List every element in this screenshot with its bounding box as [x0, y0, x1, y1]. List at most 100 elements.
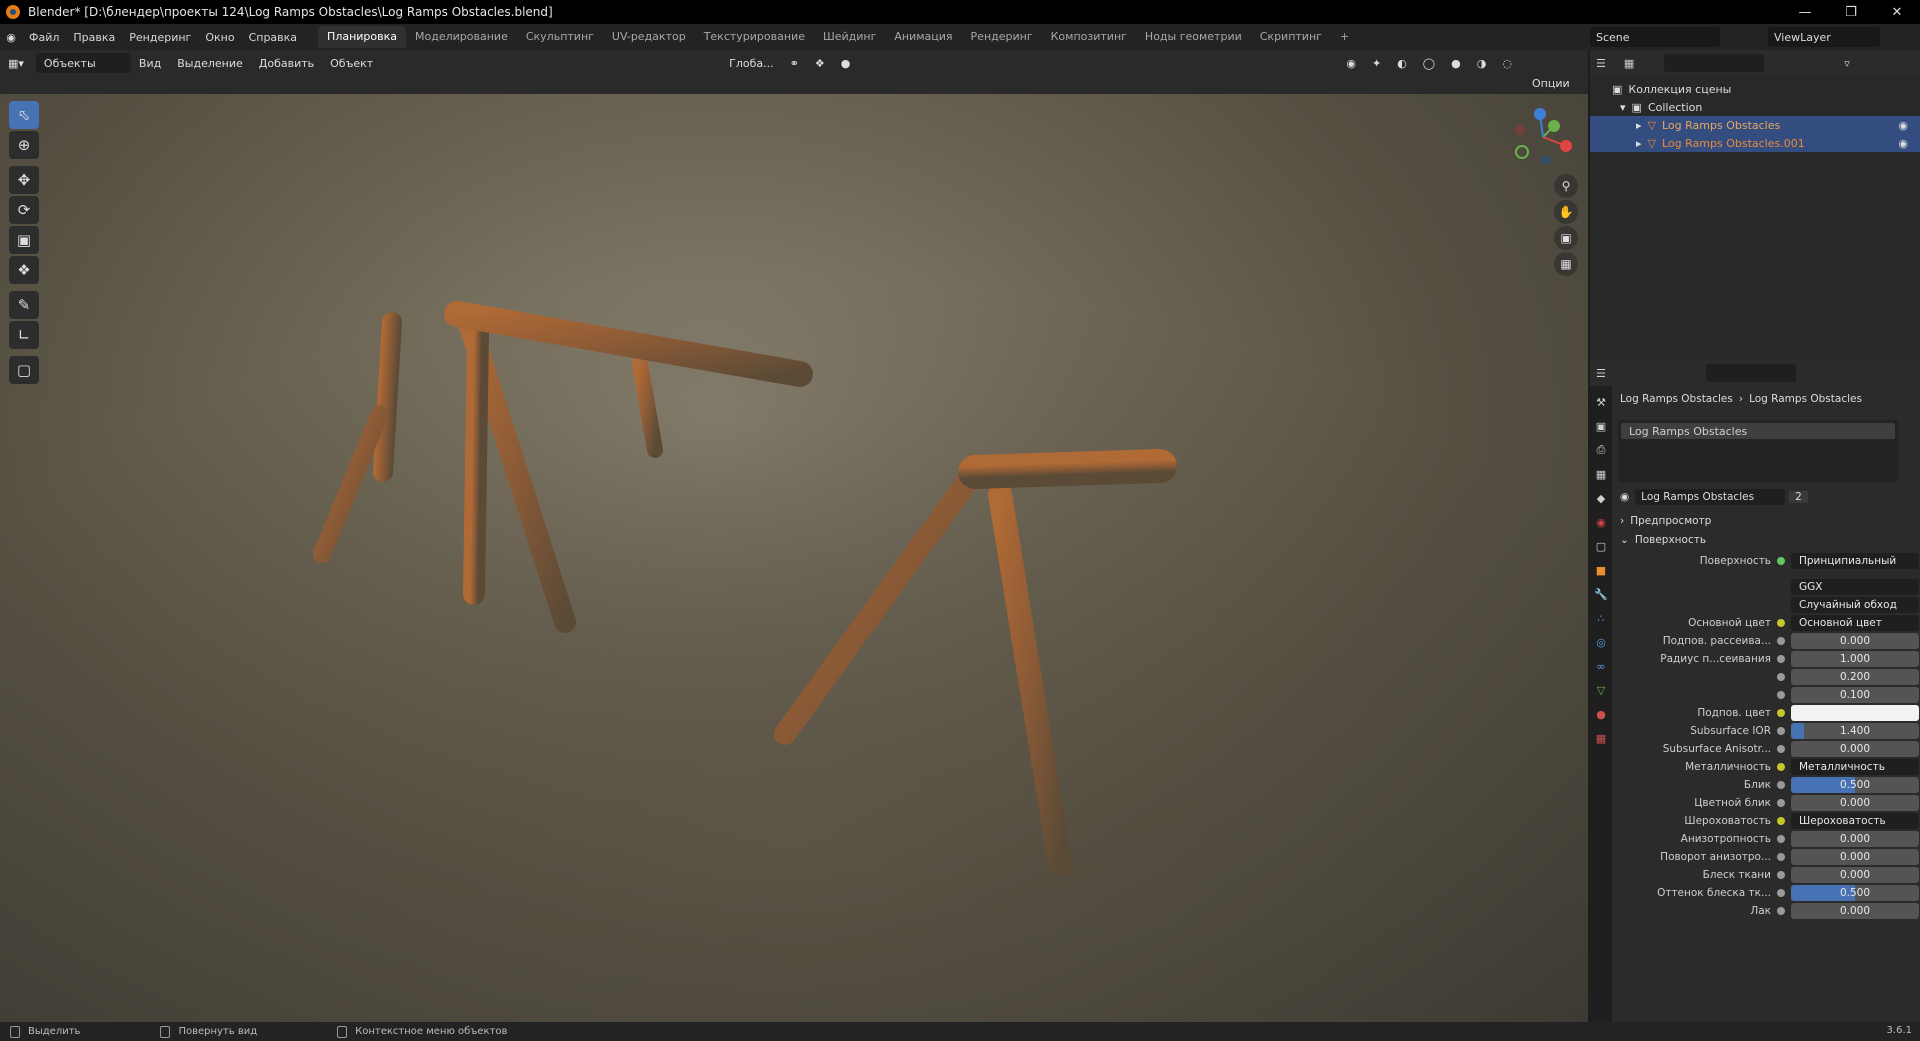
navigation-gizmo[interactable]	[1510, 104, 1576, 170]
grid-view-icon[interactable]: ▦	[1554, 252, 1578, 276]
collection-tab-icon[interactable]: ▢	[1592, 537, 1610, 555]
transform-orientation[interactable]: Глоба...	[721, 53, 781, 73]
distribution-dropdown[interactable]: GGX	[1791, 579, 1919, 595]
scale-tool-icon[interactable]: ▣	[9, 226, 39, 254]
shader-input-field[interactable]: 0.500	[1791, 777, 1919, 793]
subsurface-method-dropdown[interactable]: Случайный обход	[1791, 597, 1919, 613]
display-mode-icon[interactable]: ▦	[1624, 57, 1634, 70]
shader-input-field[interactable]: 0.000	[1791, 831, 1919, 847]
cursor-tool-icon[interactable]: ⊕	[9, 131, 39, 159]
expand-icon[interactable]: ▾	[1620, 101, 1626, 114]
tab-compositing[interactable]: Композитинг	[1042, 26, 1136, 48]
select-tool-icon[interactable]: ⬁	[9, 101, 39, 129]
minimize-icon[interactable]: —	[1782, 0, 1828, 24]
camera-icon[interactable]: ▣	[1554, 226, 1578, 250]
eye-icon[interactable]: ◉	[1898, 119, 1908, 132]
outliner-item[interactable]: ▸ ▽ Log Ramps Obstacles.001 ◉	[1590, 134, 1920, 152]
shader-input-field[interactable]: 0.000	[1791, 741, 1919, 757]
rotate-tool-icon[interactable]: ⟳	[9, 196, 39, 224]
tab-sculpting[interactable]: Скульптинг	[517, 26, 603, 48]
menu-add[interactable]: Добавить	[251, 53, 322, 73]
tab-uv-editing[interactable]: UV-редактор	[603, 26, 695, 48]
shader-input-field[interactable]: 1.400	[1791, 723, 1919, 739]
shading-rendered-icon[interactable]: ◌	[1494, 53, 1520, 73]
shading-solid-icon[interactable]: ●	[1443, 53, 1469, 73]
menu-select[interactable]: Выделение	[169, 53, 251, 73]
surface-shader-field[interactable]: Принципиальный BSDF	[1791, 553, 1919, 569]
material-name-field[interactable]: Log Ramps Obstacles	[1635, 489, 1786, 505]
menu-help[interactable]: Справка	[242, 31, 304, 44]
options-button[interactable]: Опции	[1524, 74, 1578, 92]
menu-edit[interactable]: Правка	[66, 31, 122, 44]
shader-input-field[interactable]: 1.000	[1791, 651, 1919, 667]
eye-icon[interactable]: ◉	[1898, 137, 1908, 150]
view-layer-tab-icon[interactable]: ▦	[1592, 465, 1610, 483]
move-tool-icon[interactable]: ✥	[9, 166, 39, 194]
expand-icon[interactable]: ▸	[1636, 119, 1642, 132]
snap-icon[interactable]: ❖	[807, 53, 833, 73]
texture-tab-icon[interactable]: ▦	[1592, 729, 1610, 747]
editor-type-icon[interactable]: ▦▾	[0, 53, 32, 73]
panel-preview[interactable]: › Предпросмотр	[1614, 512, 1920, 530]
modifier-tab-icon[interactable]: 🔧	[1592, 585, 1610, 603]
tool-tab-icon[interactable]: ⚒	[1592, 393, 1610, 411]
shader-input-field[interactable]: 0.100	[1791, 687, 1919, 703]
tab-layout[interactable]: Планировка	[318, 26, 407, 48]
outliner-collection[interactable]: ▾ ▣ Collection	[1590, 98, 1920, 116]
expand-icon[interactable]: ▸	[1636, 137, 1642, 150]
viewlayer-selector[interactable]: ViewLayer	[1768, 27, 1880, 47]
shader-input-field[interactable]: 0.000	[1791, 849, 1919, 865]
material-slot-list[interactable]: Log Ramps Obstacles	[1618, 420, 1898, 482]
outliner-scene-collection[interactable]: ▣ Коллекция сцены	[1590, 80, 1920, 98]
menu-object[interactable]: Объект	[322, 53, 381, 73]
zoom-icon[interactable]: ⚲	[1554, 174, 1578, 198]
menu-view[interactable]: Вид	[131, 53, 169, 73]
shading-wire-icon[interactable]: ◯	[1415, 53, 1443, 73]
panel-surface[interactable]: ⌄ Поверхность	[1614, 531, 1920, 549]
tab-shading[interactable]: Шейдинг	[814, 26, 885, 48]
mode-selector[interactable]: Объекты	[35, 53, 131, 73]
measure-tool-icon[interactable]: ∟	[9, 321, 39, 349]
world-tab-icon[interactable]: ◉	[1592, 513, 1610, 531]
physics-tab-icon[interactable]: ◎	[1592, 633, 1610, 651]
tab-animation[interactable]: Анимация	[885, 26, 961, 48]
outliner-editor-icon[interactable]: ☰	[1596, 57, 1606, 70]
tab-rendering[interactable]: Рендеринг	[962, 26, 1042, 48]
particles-tab-icon[interactable]: ∴	[1592, 609, 1610, 627]
output-tab-icon[interactable]: ⎙	[1592, 441, 1610, 459]
shader-input-field[interactable]: 0.000	[1791, 795, 1919, 811]
material-slot[interactable]: Log Ramps Obstacles	[1621, 423, 1895, 439]
filter-icon[interactable]: ▿	[1844, 57, 1850, 70]
menu-render[interactable]: Рендеринг	[122, 31, 198, 44]
scene-selector[interactable]: Scene	[1590, 27, 1720, 47]
tab-geometry-nodes[interactable]: Ноды геометрии	[1136, 26, 1251, 48]
visibility-icon[interactable]: ◉	[1338, 53, 1364, 73]
proportional-icon[interactable]: ●	[833, 53, 859, 73]
blender-menu-icon[interactable]: ◉	[0, 26, 22, 48]
render-tab-icon[interactable]: ▣	[1592, 417, 1610, 435]
transform-tool-icon[interactable]: ❖	[9, 256, 39, 284]
data-tab-icon[interactable]: ▽	[1592, 681, 1610, 699]
shader-input-field[interactable]: 0.500	[1791, 885, 1919, 901]
properties-search-input[interactable]	[1705, 364, 1796, 382]
scene-tab-icon[interactable]: ◆	[1592, 489, 1610, 507]
overlay-icon[interactable]: ◐	[1389, 53, 1415, 73]
tab-texture-paint[interactable]: Текстурирование	[695, 26, 814, 48]
shading-material-icon[interactable]: ◑	[1469, 53, 1495, 73]
shader-input-field[interactable]: Основной цвет	[1791, 615, 1919, 631]
pan-hand-icon[interactable]: ✋	[1554, 200, 1578, 224]
tab-modeling[interactable]: Моделирование	[406, 26, 517, 48]
add-cube-tool-icon[interactable]: ▢	[9, 356, 39, 384]
add-workspace-icon[interactable]: +	[1331, 26, 1358, 48]
outliner-item[interactable]: ▸ ▽ Log Ramps Obstacles ◉	[1590, 116, 1920, 134]
shader-input-field[interactable]: 0.000	[1791, 633, 1919, 649]
color-swatch[interactable]	[1791, 705, 1919, 721]
shader-input-field[interactable]: Шероховатость	[1791, 813, 1919, 829]
object-tab-icon[interactable]: ■	[1592, 561, 1610, 579]
pivot-icon[interactable]: ⚭	[782, 53, 807, 73]
material-users-count[interactable]: 2	[1789, 491, 1808, 503]
close-icon[interactable]: ✕	[1874, 0, 1920, 24]
3d-viewport[interactable]	[0, 94, 1588, 1022]
annotate-tool-icon[interactable]: ✎	[9, 291, 39, 319]
tab-scripting[interactable]: Скриптинг	[1251, 26, 1331, 48]
